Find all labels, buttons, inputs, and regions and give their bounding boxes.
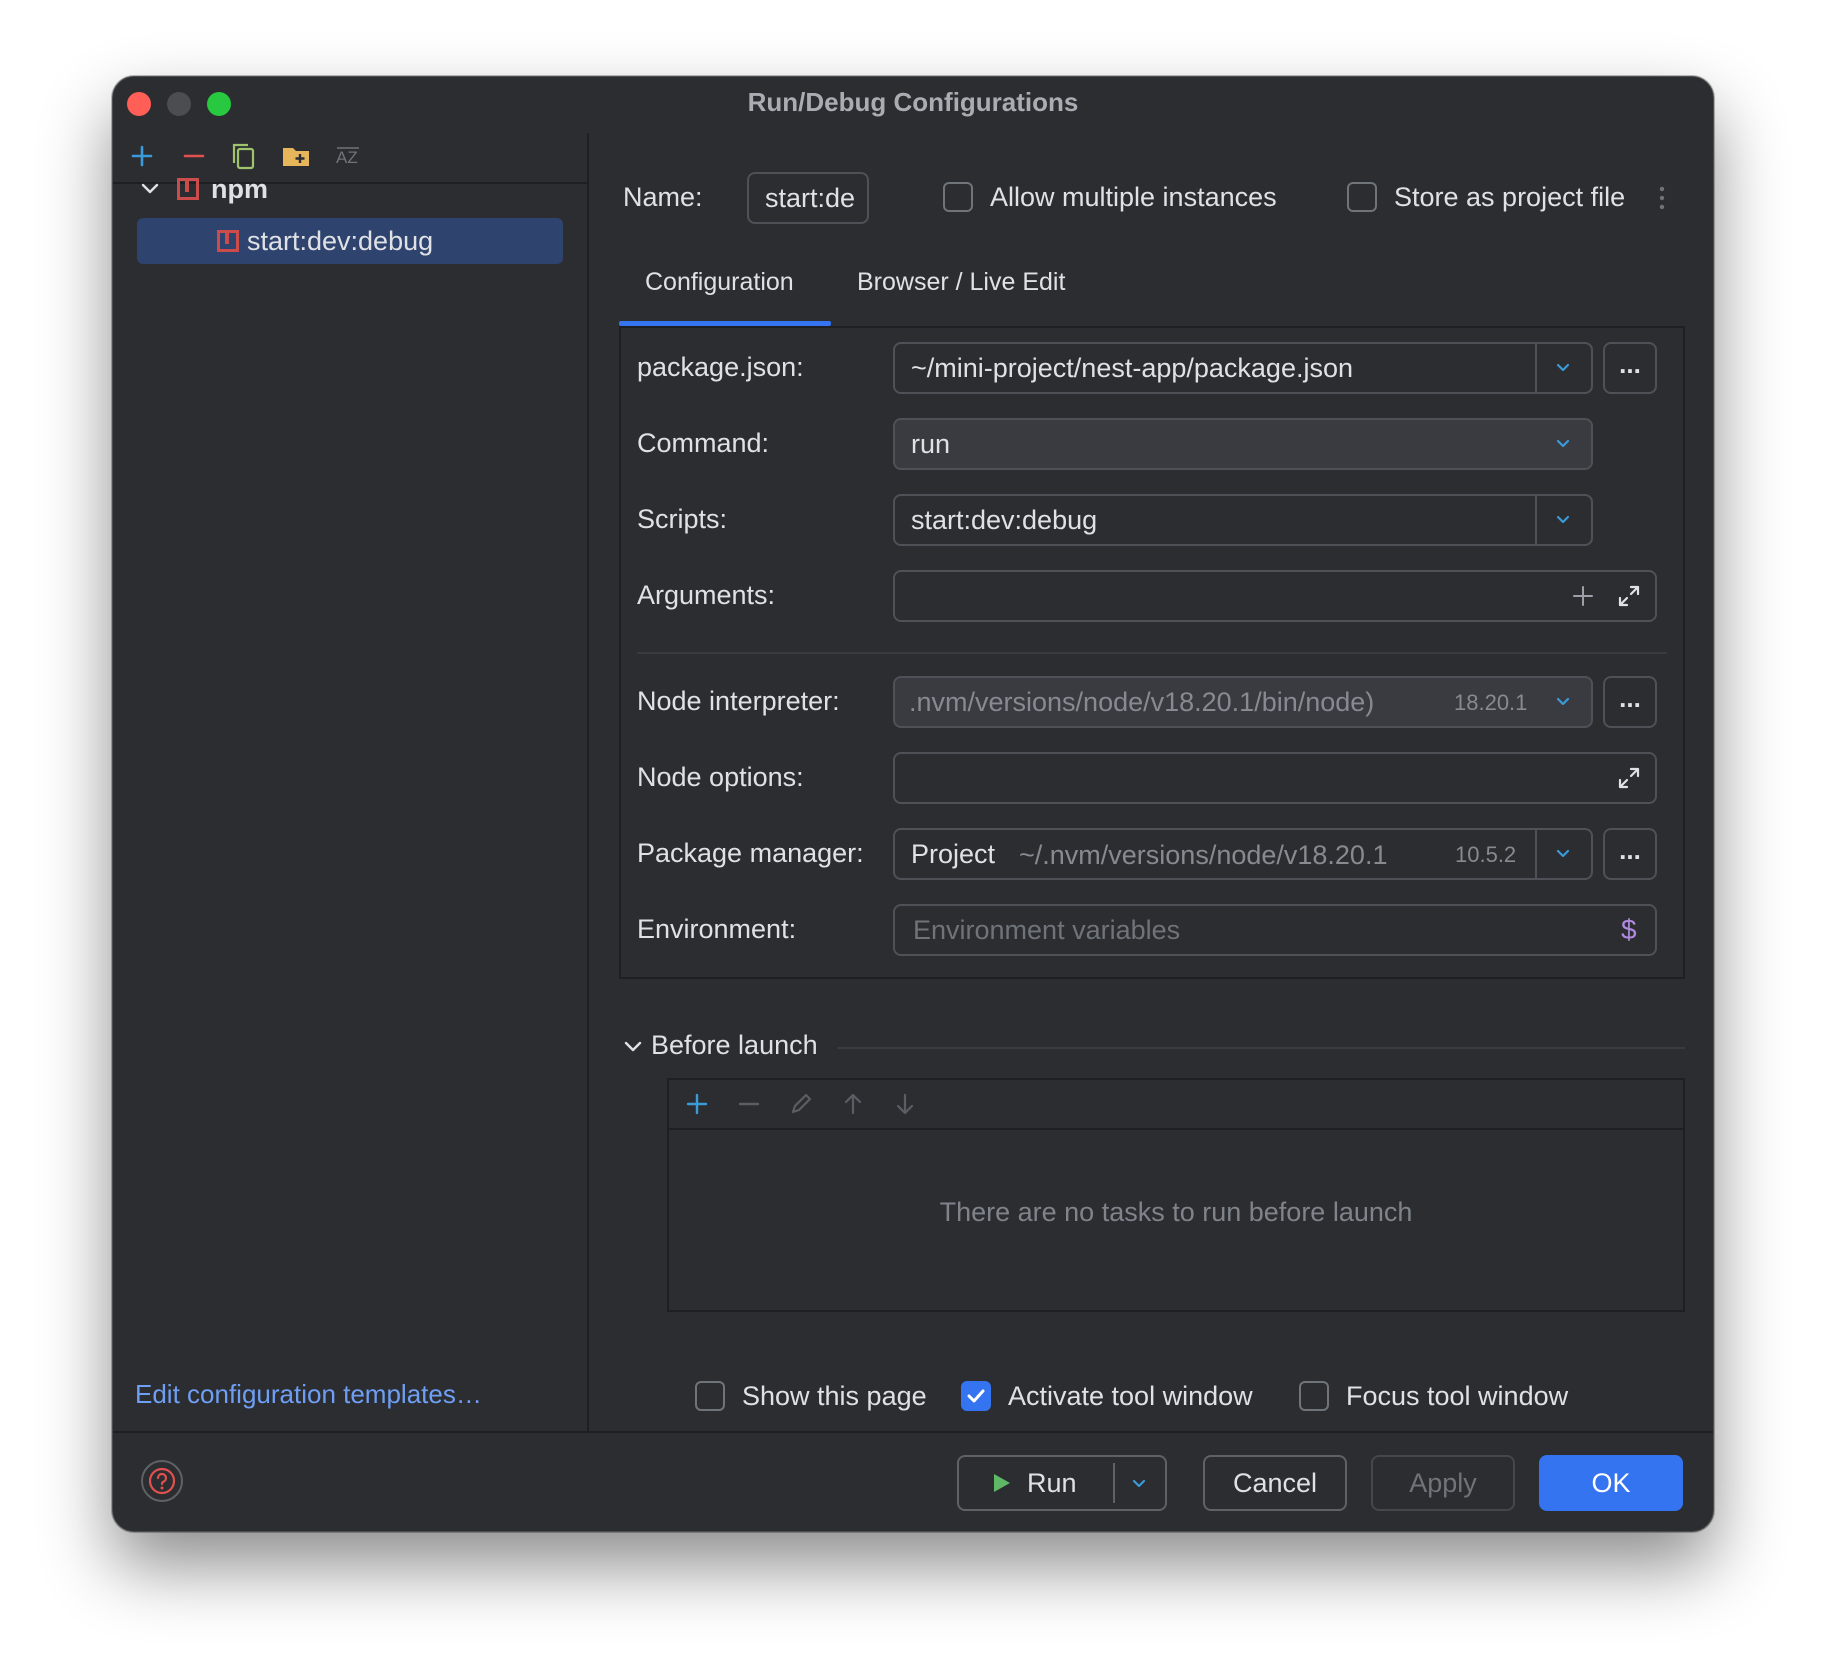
help-button[interactable] (141, 1460, 183, 1502)
environment-placeholder: Environment variables (913, 914, 1181, 945)
scripts-value: start:dev:debug (911, 504, 1098, 535)
environment-variables-icon[interactable]: $ (1621, 914, 1637, 946)
focus-tool-window-checkbox[interactable] (1299, 1381, 1329, 1411)
name-label: Name: (623, 182, 703, 212)
window-title: Run/Debug Configurations (747, 87, 1079, 117)
ok-button[interactable]: OK (1539, 1455, 1683, 1511)
add-icon[interactable] (683, 1090, 711, 1118)
allow-multiple-instances-checkbox[interactable] (943, 182, 973, 212)
package-manager-browse-button[interactable]: ... (1603, 828, 1657, 880)
name-input[interactable]: start:de (747, 172, 869, 224)
sort-az-icon[interactable]: AZ (331, 139, 365, 173)
expand-icon[interactable] (1617, 766, 1641, 790)
node-interpreter-dropdown[interactable]: .nvm/versions/node/v18.20.1/bin/node) 18… (893, 676, 1593, 728)
package-json-dropdown[interactable]: ~/mini-project/nest-app/package.json (893, 342, 1593, 394)
run-button-label: Run (1027, 1467, 1077, 1498)
run-button-separator (1113, 1463, 1115, 1503)
package-manager-label: Package manager: (637, 838, 864, 868)
command-value: run (911, 428, 951, 459)
edit-icon[interactable] (787, 1090, 815, 1118)
chevron-down-icon[interactable] (1556, 513, 1570, 527)
chevron-down-icon[interactable] (621, 1035, 645, 1059)
before-launch-empty-text: There are no tasks to run before launch (939, 1197, 1413, 1227)
node-interpreter-browse-button[interactable]: ... (1603, 676, 1657, 728)
chevron-down-icon[interactable] (137, 176, 163, 202)
chevron-down-icon[interactable] (1556, 695, 1570, 709)
sidebar-divider (587, 133, 589, 1431)
remove-icon[interactable] (735, 1090, 763, 1118)
svg-text:AZ: AZ (336, 148, 358, 167)
arrow-up-icon[interactable] (839, 1090, 867, 1118)
node-options-input[interactable] (893, 752, 1657, 804)
package-json-value: ~/mini-project/nest-app/package.json (911, 352, 1353, 383)
activate-tool-window-label: Activate tool window (1008, 1381, 1253, 1411)
node-interpreter-label: Node interpreter: (637, 686, 840, 716)
run-button[interactable]: Run (957, 1455, 1167, 1511)
package-manager-version: 10.5.2 (1455, 842, 1517, 867)
tab-configuration[interactable]: Configuration (645, 268, 794, 297)
before-launch-divider (837, 1047, 1685, 1049)
focus-tool-window-label: Focus tool window (1346, 1381, 1569, 1411)
package-json-browse-button[interactable]: ... (1603, 342, 1657, 394)
scripts-dropdown[interactable]: start:dev:debug (893, 494, 1593, 546)
more-options-icon[interactable] (1657, 185, 1667, 211)
activate-tool-window-checkbox[interactable] (961, 1381, 991, 1411)
expand-icon[interactable] (1617, 584, 1641, 608)
before-launch-panel: There are no tasks to run before launch (667, 1078, 1685, 1312)
tree-group-npm[interactable]: npm (137, 166, 268, 212)
section-divider (637, 652, 1667, 654)
configuration-panel: package.json: ~/mini-project/nest-app/pa… (619, 326, 1685, 979)
tree-group-label: npm (211, 173, 268, 204)
package-manager-value: Project (911, 838, 996, 869)
before-launch-toolbar-divider (669, 1128, 1683, 1130)
arrow-down-icon[interactable] (891, 1090, 919, 1118)
tree-item-label: start:dev:debug (247, 225, 434, 256)
npm-icon (217, 230, 239, 252)
node-version: 18.20.1 (1454, 690, 1528, 715)
run-debug-configurations-dialog: Run/Debug Configurations AZ npm start:de… (112, 76, 1714, 1532)
node-interpreter-value: .nvm/versions/node/v18.20.1/bin/node) (909, 686, 1375, 717)
folder-add-icon[interactable] (279, 139, 313, 173)
footer-divider (113, 1431, 1713, 1433)
command-dropdown[interactable]: run (893, 418, 1593, 470)
dropdown-separator (1535, 496, 1537, 544)
package-manager-dropdown[interactable]: Project ~/.nvm/versions/node/v18.20.1 10… (893, 828, 1593, 880)
cancel-button[interactable]: Cancel (1203, 1455, 1347, 1511)
edit-configuration-templates-link[interactable]: Edit configuration templates… (135, 1379, 482, 1410)
dropdown-separator (1535, 344, 1537, 392)
dropdown-separator (1535, 830, 1537, 878)
help-icon (148, 1467, 176, 1495)
chevron-down-icon[interactable] (1131, 1476, 1147, 1492)
store-as-project-file-checkbox[interactable] (1347, 182, 1377, 212)
chevron-down-icon[interactable] (1556, 847, 1570, 861)
scripts-label: Scripts: (637, 504, 728, 534)
npm-icon (177, 178, 199, 200)
apply-button[interactable]: Apply (1371, 1455, 1515, 1511)
add-macro-icon[interactable] (1571, 584, 1595, 608)
store-as-project-file-label: Store as project file (1394, 182, 1626, 212)
environment-label: Environment: (637, 914, 797, 944)
arguments-label: Arguments: (637, 580, 776, 610)
node-options-label: Node options: (637, 762, 804, 792)
checkmark-icon (967, 1389, 985, 1403)
allow-multiple-instances-label: Allow multiple instances (990, 182, 1277, 212)
tree-item-start-dev-debug[interactable]: start:dev:debug (137, 218, 563, 264)
show-this-page-checkbox[interactable] (695, 1381, 725, 1411)
show-this-page-label: Show this page (742, 1381, 927, 1411)
name-input-value: start:de (765, 182, 856, 213)
command-label: Command: (637, 428, 770, 458)
package-manager-path: ~/.nvm/versions/node/v18.20.1 (1019, 840, 1388, 870)
arguments-input[interactable] (893, 570, 1657, 622)
tab-browser-live-edit[interactable]: Browser / Live Edit (857, 268, 1065, 297)
chevron-down-icon[interactable] (1556, 437, 1570, 451)
play-icon (994, 1474, 1010, 1492)
before-launch-title[interactable]: Before launch (651, 1030, 818, 1061)
environment-input[interactable]: Environment variables $ (893, 904, 1657, 956)
chevron-down-icon[interactable] (1556, 361, 1570, 375)
package-json-label: package.json: (637, 352, 804, 382)
